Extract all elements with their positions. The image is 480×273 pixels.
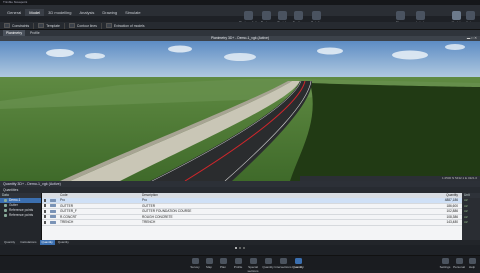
extraction-icon (105, 23, 112, 28)
page-dot[interactable] (239, 247, 241, 249)
plan-icon (219, 258, 227, 264)
tree-item[interactable]: Reference points (0, 213, 41, 218)
row-checkbox[interactable] (43, 215, 47, 219)
row-checkbox[interactable] (43, 220, 47, 224)
layer-icon (50, 204, 56, 208)
contour-icon (68, 23, 75, 28)
menu-tab-general[interactable]: General (3, 9, 25, 16)
layer-icon (50, 209, 56, 213)
page-dot[interactable] (235, 247, 237, 249)
cloud (168, 45, 192, 53)
layer-icon (50, 220, 56, 224)
template-icon (38, 23, 45, 28)
quantity-table: Code Description Quantity Pro Pro 4887,1… (42, 193, 462, 240)
quantities-dropdown[interactable]: Quantities (3, 188, 18, 192)
contour-lines-control[interactable]: Contour lines (68, 23, 97, 28)
constraints-control[interactable]: Constraints (4, 23, 29, 28)
toolbar-divider (100, 22, 102, 29)
menu-tab-analysis[interactable]: Analysis (76, 9, 99, 16)
layer-icon (50, 215, 56, 219)
survey-icon (191, 258, 199, 264)
row-checkbox[interactable] (43, 204, 47, 208)
layer-icon (50, 198, 56, 202)
app-bar-quantity-active[interactable]: Quantity (289, 258, 307, 269)
cloud (392, 50, 428, 60)
bottom-tab[interactable]: Quantity (39, 240, 55, 245)
folder-icon (4, 209, 7, 212)
sections-icon (249, 258, 257, 264)
quantity-icon (264, 258, 272, 264)
menu-tab-model[interactable]: Model (25, 9, 45, 16)
cloud (85, 53, 105, 59)
cloud (46, 49, 74, 57)
cloud (317, 47, 343, 55)
menu-tab-simulate[interactable]: Simulate (121, 9, 145, 16)
help-icon (468, 258, 476, 264)
cloud (445, 44, 465, 50)
menu-tab-bar: General Model 3D modelling Analysis Draw… (0, 5, 480, 16)
quantity-icon (294, 258, 302, 264)
bottom-app-bar: Survey Map Plan Profile Special sections… (0, 255, 480, 273)
menu-tab-3d-modelling[interactable]: 3D modelling (44, 9, 75, 16)
constraints-icon (4, 23, 10, 28)
folder-icon (4, 214, 7, 217)
extraction-control[interactable]: Extraction of models (105, 23, 145, 28)
toolbar-divider (63, 22, 65, 29)
profile-icon (234, 258, 242, 264)
bottom-tab[interactable]: Quantity (2, 240, 17, 245)
bottom-tab[interactable]: Quantity (56, 240, 71, 245)
3d-viewport[interactable] (0, 41, 480, 181)
panel-bottom-tabs: Quantity Calculations Quantity Quantity (0, 240, 480, 245)
row-checkbox[interactable] (43, 209, 47, 213)
toolbar-divider (33, 22, 35, 29)
app-bar-help[interactable]: Help (463, 258, 480, 269)
quantity-tree: Data Demo-1 Gutter Reference points Refe… (0, 193, 42, 240)
table-row[interactable]: TRENCH TRENCH 143,480 (42, 220, 462, 226)
road-scene (0, 41, 480, 181)
user-icon (455, 258, 463, 264)
menu-tab-drawing[interactable]: Drawing (98, 9, 121, 16)
unit-cell: m³ (464, 220, 468, 224)
unit-column: Unit m³ m³ m³ m³ m³ (462, 193, 480, 240)
embankment-shadow (290, 83, 480, 181)
page-dot[interactable] (243, 247, 245, 249)
template-control[interactable]: Template (38, 23, 60, 28)
folder-icon (4, 204, 7, 207)
map-icon (205, 258, 213, 264)
gear-icon (441, 258, 449, 264)
model-toolbar: Constraints Template Contour lines Extra… (0, 22, 480, 30)
cloud (224, 53, 256, 61)
intersections-icon (279, 258, 287, 264)
folder-icon (4, 199, 7, 202)
page-indicator[interactable] (230, 246, 250, 250)
row-checkbox[interactable] (43, 198, 47, 202)
bottom-tab[interactable]: Calculations (18, 240, 38, 245)
